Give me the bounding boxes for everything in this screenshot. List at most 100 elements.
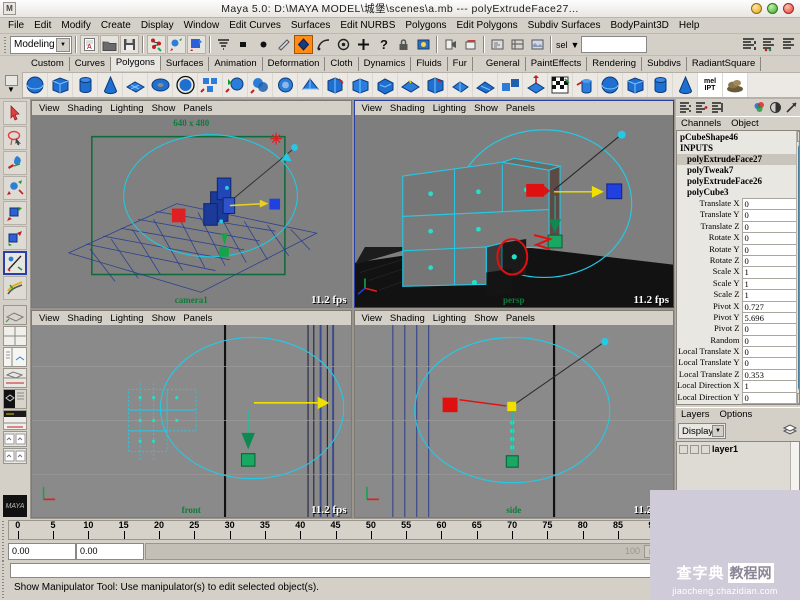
viewport-menu-view[interactable]: View — [35, 313, 63, 324]
chevron-down-icon[interactable]: ▼ — [7, 86, 15, 94]
new-layer-icon[interactable] — [782, 423, 798, 440]
chevron-down-icon[interactable]: ▼ — [570, 40, 581, 50]
poly-combine-icon[interactable] — [198, 72, 223, 97]
poly-extrude-face-icon[interactable] — [323, 72, 348, 97]
poly-cut-icon[interactable] — [598, 72, 623, 97]
help-icon[interactable]: ? — [374, 35, 393, 54]
viewport-menu-lighting[interactable]: Lighting — [429, 103, 470, 114]
construction-history-icon[interactable] — [294, 35, 313, 54]
channel-attribute-value[interactable]: 1 — [741, 380, 796, 392]
poly-extrude-edge-icon[interactable] — [348, 72, 373, 97]
numeric-input-field[interactable] — [581, 36, 648, 53]
poly-separate-icon[interactable] — [223, 72, 248, 97]
viewport-menu-panels[interactable]: Panels — [502, 103, 539, 114]
poly-torus-icon[interactable] — [148, 72, 173, 97]
animation-start-field[interactable]: 0.00 — [76, 542, 144, 560]
channel-attribute-value[interactable]: 0 — [741, 254, 796, 267]
menu-bodypaint3d[interactable]: BodyPaint3D — [606, 18, 674, 33]
arrow-icon[interactable] — [784, 101, 798, 115]
snap-to-live-icon[interactable] — [314, 35, 333, 54]
viewport-canvas-camera1[interactable]: 640 x 480 y x z camera1 — [32, 115, 351, 307]
shelf-tab-polygons[interactable]: Polygons — [110, 56, 161, 71]
layer-list[interactable]: layer1 — [676, 441, 800, 519]
menu-create[interactable]: Create — [96, 18, 136, 33]
poly-wedge-icon[interactable] — [423, 72, 448, 97]
shelf-tab-surfaces[interactable]: Surfaces — [161, 57, 210, 71]
channel-attribute-value[interactable]: 0 — [741, 391, 796, 404]
channel-attribute-row[interactable]: Pivot X 0.727 — [677, 300, 796, 312]
viewport-front[interactable]: View Shading Lighting Show Panels front … — [31, 310, 352, 518]
layer-playback-checkbox[interactable] — [690, 444, 699, 454]
poly-circle-icon[interactable] — [173, 72, 198, 97]
close-button[interactable] — [783, 3, 794, 14]
select-by-component-icon[interactable] — [187, 35, 206, 54]
menu-display[interactable]: Display — [136, 18, 179, 33]
shelf-tab-dynamics[interactable]: Dynamics — [359, 57, 412, 71]
range-handle[interactable]: ◻ — [644, 544, 660, 558]
render-globals-icon[interactable] — [488, 35, 507, 54]
layer-row[interactable]: layer1 — [677, 442, 790, 456]
shelf-tab-general[interactable]: General — [481, 57, 526, 71]
channel-attribute-value[interactable]: 0 — [741, 209, 796, 221]
animation-end-field[interactable]: 100.00 — [664, 542, 732, 560]
texture-checker-icon[interactable] — [648, 72, 673, 97]
attribute-editor-icon[interactable] — [694, 101, 708, 115]
menuset-selector[interactable]: Modeling ▼ — [10, 35, 72, 54]
current-frame-field[interactable]: 0.00 — [740, 521, 787, 539]
rotate-tool[interactable] — [3, 201, 27, 225]
channel-attribute-value[interactable]: 1 — [741, 289, 796, 301]
channel-attribute-row[interactable]: Local Translate X0 — [677, 346, 796, 358]
viewport-menu-lighting[interactable]: Lighting — [106, 313, 147, 324]
poly-cube-icon[interactable] — [48, 72, 73, 97]
range-slider-grip[interactable] — [0, 541, 8, 561]
show-manipulator-tool[interactable] — [3, 251, 27, 275]
chevron-down-icon[interactable]: ▼ — [56, 37, 70, 52]
shelf-tab-curves[interactable]: Curves — [70, 57, 111, 71]
channel-attribute-value[interactable]: 0 — [741, 346, 796, 358]
channel-attribute-row[interactable]: Local Direction Z0 — [677, 403, 796, 404]
select-by-object-icon[interactable] — [167, 35, 186, 54]
hypergraph-icon[interactable] — [508, 35, 527, 54]
menu-edit-curves[interactable]: Edit Curves — [224, 18, 286, 33]
viewport-menu-lighting[interactable]: Lighting — [106, 103, 147, 114]
render-icon[interactable] — [414, 35, 433, 54]
channel-attribute-row[interactable]: Rotate Z0 — [677, 254, 796, 267]
channel-attribute-row[interactable]: Scale Y1 — [677, 277, 796, 290]
menu-subdiv-surfaces[interactable]: Subdiv Surfaces — [523, 18, 606, 33]
channel-box-input-polyExtrudeFace26[interactable]: polyExtrudeFace26 — [677, 176, 796, 187]
menu-edit[interactable]: Edit — [29, 18, 56, 33]
channel-attribute-value[interactable]: 1 — [741, 277, 796, 290]
playback-speed-control[interactable]: r◄ — [786, 525, 800, 535]
layer-visibility-checkbox[interactable] — [679, 444, 688, 454]
shelf-tab-radiantsquare[interactable]: RadiantSquare — [687, 57, 762, 71]
viewport-camera1[interactable]: View Shading Lighting Show Panels 640 x … — [31, 100, 352, 308]
lasso-select-tool[interactable] — [3, 126, 27, 150]
viewport-menu-view[interactable]: View — [35, 103, 63, 114]
channel-box-input-polyCube3[interactable]: polyCube3 — [677, 187, 796, 198]
menu-help[interactable]: Help — [674, 18, 705, 33]
poly-chamfer-icon[interactable] — [398, 72, 423, 97]
viewport-menu-show[interactable]: Show — [470, 313, 502, 324]
menu-polygons[interactable]: Polygons — [400, 18, 451, 33]
range-start-field[interactable]: 0.00 — [8, 542, 76, 560]
shelf-tab-cloth[interactable]: Cloth — [325, 57, 359, 71]
chevron-down-icon[interactable]: ▼ — [712, 425, 724, 437]
channel-box-menu-channels[interactable]: Channels — [676, 118, 726, 129]
poly-triangulate-icon[interactable] — [298, 72, 323, 97]
channel-attribute-value[interactable]: 0 — [741, 323, 796, 335]
save-scene-icon[interactable] — [120, 35, 139, 54]
mel-script-icon[interactable]: mel IPT — [698, 72, 723, 97]
show-hide-attribute-editor-icon[interactable] — [759, 35, 778, 54]
poly-split-icon[interactable] — [473, 72, 498, 97]
last-tool-used[interactable] — [3, 276, 27, 300]
channel-attribute-value[interactable]: 0 — [741, 334, 796, 347]
layers-options-menu[interactable]: Options — [715, 409, 758, 420]
channel-attribute-value[interactable]: 0 — [741, 357, 796, 369]
channel-attribute-row[interactable]: Local Direction X1 — [677, 380, 796, 392]
poly-cone-icon[interactable] — [98, 72, 123, 97]
render-current-frame-icon[interactable] — [461, 35, 480, 54]
half-circle-icon[interactable] — [768, 101, 782, 115]
channel-attribute-value[interactable]: 0 — [741, 403, 796, 404]
channel-attribute-row[interactable]: Pivot Y 5.696 — [677, 311, 796, 324]
range-end-field[interactable]: 100.00 — [732, 542, 800, 560]
